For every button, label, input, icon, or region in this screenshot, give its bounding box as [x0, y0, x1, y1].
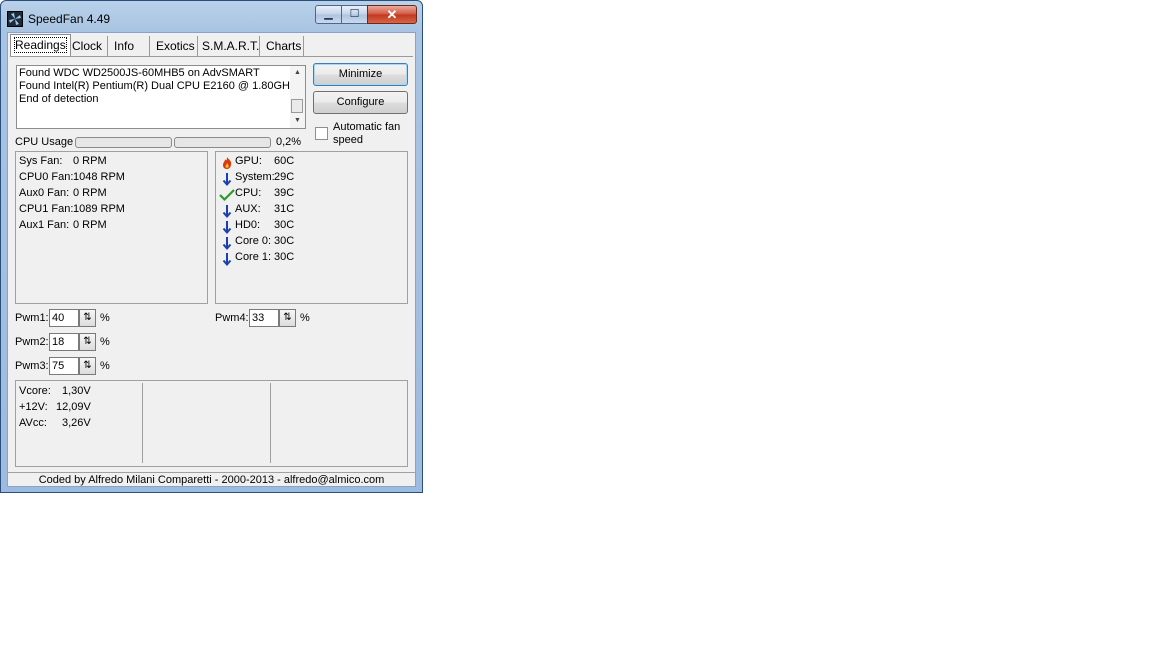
fan-name: Aux1 Fan: [19, 219, 70, 231]
temp-value: 30C [274, 219, 295, 231]
title-bar[interactable]: SpeedFan 4.49 ▁ ☐ ✕ [1, 1, 422, 31]
status-bar: Coded by Alfredo Milani Comparetti - 200… [8, 472, 415, 487]
column-divider [270, 383, 271, 463]
cpu-usage-label: CPU Usage [15, 136, 74, 148]
down-arrow-icon [220, 204, 234, 218]
pwm4-label: Pwm4: [215, 312, 249, 324]
cpu-usage-bar-0 [75, 137, 172, 148]
fan-row: Sys Fan: 0 RPM [19, 155, 107, 167]
fan-name: CPU1 Fan: [19, 203, 74, 215]
cpu-usage-bar-1 [174, 137, 271, 148]
fan-row: Aux0 Fan: 0 RPM [19, 187, 107, 199]
fan-value: 0 RPM [73, 187, 107, 199]
temp-value: 30C [274, 235, 295, 247]
fan-row: CPU0 Fan: 1048 RPM [19, 171, 125, 183]
tab-charts[interactable]: Charts [262, 36, 304, 56]
column-divider [142, 383, 143, 463]
speedfan-app-icon [7, 11, 23, 27]
fan-row: CPU1 Fan: 1089 RPM [19, 203, 125, 215]
automatic-fan-label: Automatic fan [333, 121, 401, 133]
pwm3-stepper-icon[interactable]: ⇅ [79, 357, 96, 375]
volt-value: 1,30V [62, 385, 91, 397]
pwm1-unit: % [100, 312, 110, 324]
pwm2-stepper-icon[interactable]: ⇅ [79, 333, 96, 351]
tab-exotics[interactable]: Exotics [152, 36, 198, 56]
tab-label: Readings [14, 37, 67, 53]
fan-name: CPU0 Fan: [19, 171, 74, 183]
fan-value: 1089 RPM [73, 203, 125, 215]
cpu-usage-value: 0,2% [276, 136, 302, 148]
temp-name: AUX: [235, 203, 261, 215]
log-line: Found Intel(R) Pentium(R) Dual CPU E2160… [19, 80, 296, 92]
tab-clock[interactable]: Clock [68, 36, 108, 56]
tab-readings[interactable]: Readings [10, 34, 71, 56]
temp-value: 31C [274, 203, 295, 215]
scroll-down-icon[interactable]: ▼ [290, 114, 305, 128]
temp-name: GPU: [235, 155, 262, 167]
pwm2-label: Pwm2: [15, 336, 49, 348]
voltages-panel: Vcore: 1,30V +12V: 12,09V AVcc: 3,26V [15, 380, 408, 467]
automatic-fan-speed-checkbox[interactable] [315, 127, 328, 140]
temp-value: 39C [274, 187, 295, 199]
down-arrow-icon [220, 172, 234, 186]
pwm1-label: Pwm1: [15, 312, 49, 324]
fans-panel: Sys Fan: 0 RPM CPU0 Fan: 1048 RPM Aux0 Fan… [15, 151, 208, 304]
scroll-thumb[interactable] [291, 99, 303, 113]
flame-icon [220, 156, 234, 170]
pwm1-stepper-icon[interactable]: ⇅ [79, 309, 96, 327]
temp-name: HD0: [235, 219, 261, 231]
configure-button[interactable]: Configure [313, 91, 408, 114]
tab-info[interactable]: Info [110, 36, 150, 56]
fan-value: 0 RPM [73, 155, 107, 167]
pwm4-input[interactable]: 33 [249, 309, 279, 327]
fan-name: Sys Fan: [19, 155, 63, 167]
down-arrow-icon [220, 236, 234, 250]
tab-divider [10, 56, 413, 57]
log-line: Found WDC WD2500JS-60MHB5 on AdvSMART [19, 67, 260, 79]
pwm1-input[interactable]: 40 [49, 309, 79, 327]
temp-value: 60C [274, 155, 295, 167]
log-scrollbar[interactable]: ▲ ▼ [290, 66, 305, 128]
pwm2-input[interactable]: 18 [49, 333, 79, 351]
pwm3-unit: % [100, 360, 110, 372]
tab-smart[interactable]: S.M.A.R.T. [198, 36, 260, 56]
checkmark-icon [219, 188, 235, 202]
scroll-up-icon[interactable]: ▲ [290, 66, 305, 80]
down-arrow-icon [220, 252, 234, 266]
speedfan-window: SpeedFan 4.49 ▁ ☐ ✕ Readings Clock Info … [0, 0, 423, 493]
volt-name: +12V: [19, 401, 48, 413]
minimize-button[interactable]: Minimize [313, 63, 408, 86]
pwm4-stepper-icon[interactable]: ⇅ [279, 309, 296, 327]
volt-name: AVcc: [19, 417, 47, 429]
fan-value: 1048 RPM [73, 171, 125, 183]
pwm3-label: Pwm3: [15, 360, 49, 372]
maximize-window-button[interactable]: ☐ [341, 5, 368, 24]
pwm4-unit: % [300, 312, 310, 324]
fan-value: 0 RPM [73, 219, 107, 231]
temp-name: CPU: [235, 187, 262, 199]
pwm2-unit: % [100, 336, 110, 348]
pwm3-input[interactable]: 75 [49, 357, 79, 375]
temp-value: 30C [274, 251, 295, 263]
automatic-fan-label-line2: speed [333, 134, 363, 146]
window-title: SpeedFan 4.49 [28, 12, 111, 26]
temp-value: 29C [274, 171, 295, 183]
temp-name: System: [235, 171, 275, 183]
volt-value: 3,26V [62, 417, 91, 429]
temp-name: Core 0: [235, 235, 272, 247]
temp-name: Core 1: [235, 251, 272, 263]
volt-value: 12,09V [56, 401, 91, 413]
temperatures-panel: GPU: 60C System: 29C CPU: 39C AUX: 31C H… [215, 151, 408, 304]
close-window-button[interactable]: ✕ [367, 5, 417, 24]
fan-row: Aux1 Fan: 0 RPM [19, 219, 107, 231]
client-area: Readings Clock Info Exotics S.M.A.R.T. C… [7, 32, 416, 487]
detection-log[interactable]: Found WDC WD2500JS-60MHB5 on AdvSMART Fo… [16, 65, 306, 129]
minimize-window-button[interactable]: ▁ [315, 5, 342, 24]
fan-name: Aux0 Fan: [19, 187, 70, 199]
down-arrow-icon [220, 220, 234, 234]
log-line: End of detection [19, 93, 99, 105]
volt-name: Vcore: [19, 385, 51, 397]
